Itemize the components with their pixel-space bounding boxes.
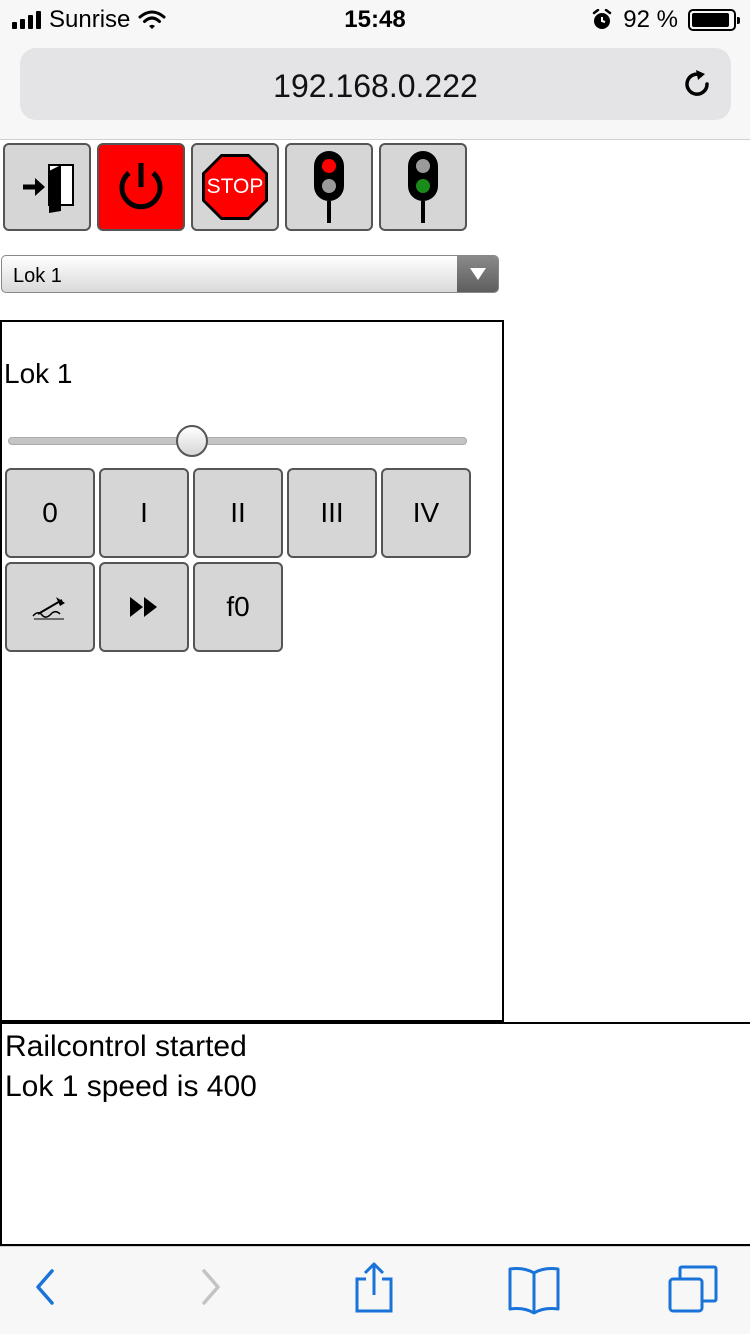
status-bar: Sunrise 15:48 92 % — [0, 0, 750, 40]
log-line: Lok 1 speed is 400 — [5, 1070, 257, 1103]
exit-door-icon — [23, 164, 74, 213]
status-right: 92 % — [591, 6, 740, 34]
browser-bottom-bar — [0, 1246, 750, 1334]
tabs-icon[interactable] — [666, 1263, 722, 1315]
signal-green-button[interactable] — [379, 143, 467, 231]
log-panel: Railcontrol started Lok 1 speed is 400 — [0, 1022, 750, 1246]
speed-button-2[interactable]: II — [193, 468, 283, 558]
log-line: Railcontrol started — [5, 1030, 247, 1063]
exit-button[interactable] — [3, 143, 91, 231]
signal-green-icon — [408, 151, 438, 223]
loco-select[interactable]: Lok 1 — [1, 255, 499, 293]
back-icon[interactable] — [30, 1265, 60, 1309]
url-bar[interactable]: 192.168.0.222 — [20, 48, 731, 120]
battery-icon — [688, 9, 740, 31]
power-icon — [119, 163, 163, 210]
power-button[interactable] — [97, 143, 185, 231]
function-f0-button[interactable]: f0 — [193, 562, 283, 652]
signal-red-icon — [314, 151, 344, 223]
speed-button-1[interactable]: I — [99, 468, 189, 558]
loco-select-value: Lok 1 — [13, 265, 62, 287]
direction-button[interactable] — [99, 562, 189, 652]
edit-button[interactable] — [5, 562, 95, 652]
speed-button-0[interactable]: 0 — [5, 468, 95, 558]
speed-button-3[interactable]: III — [287, 468, 377, 558]
alarm-icon — [593, 9, 612, 29]
loco-title: Lok 1 — [4, 358, 73, 389]
share-icon[interactable] — [352, 1261, 396, 1315]
url-text[interactable]: 192.168.0.222 — [20, 68, 731, 105]
speed-slider-thumb[interactable] — [175, 425, 208, 457]
speed-button-4[interactable]: IV — [381, 468, 471, 558]
battery-percent: 92 % — [623, 6, 678, 33]
edit-pencil-icon — [32, 597, 65, 620]
battery-fill — [692, 13, 729, 27]
fast-forward-icon — [130, 597, 157, 617]
bookmarks-icon[interactable] — [506, 1265, 562, 1315]
emergency-stop-button[interactable]: STOP — [191, 143, 279, 231]
loco-panel: Lok 1 0 I II III IV f0 — [0, 320, 504, 1022]
browser-address-area: 192.168.0.222 — [0, 40, 750, 140]
signal-red-button[interactable] — [285, 143, 373, 231]
chevron-down-icon[interactable] — [457, 256, 498, 292]
reload-icon[interactable] — [679, 66, 715, 102]
stop-label: STOP — [206, 175, 264, 198]
speed-slider-track[interactable] — [8, 437, 467, 445]
forward-icon[interactable] — [196, 1265, 226, 1309]
